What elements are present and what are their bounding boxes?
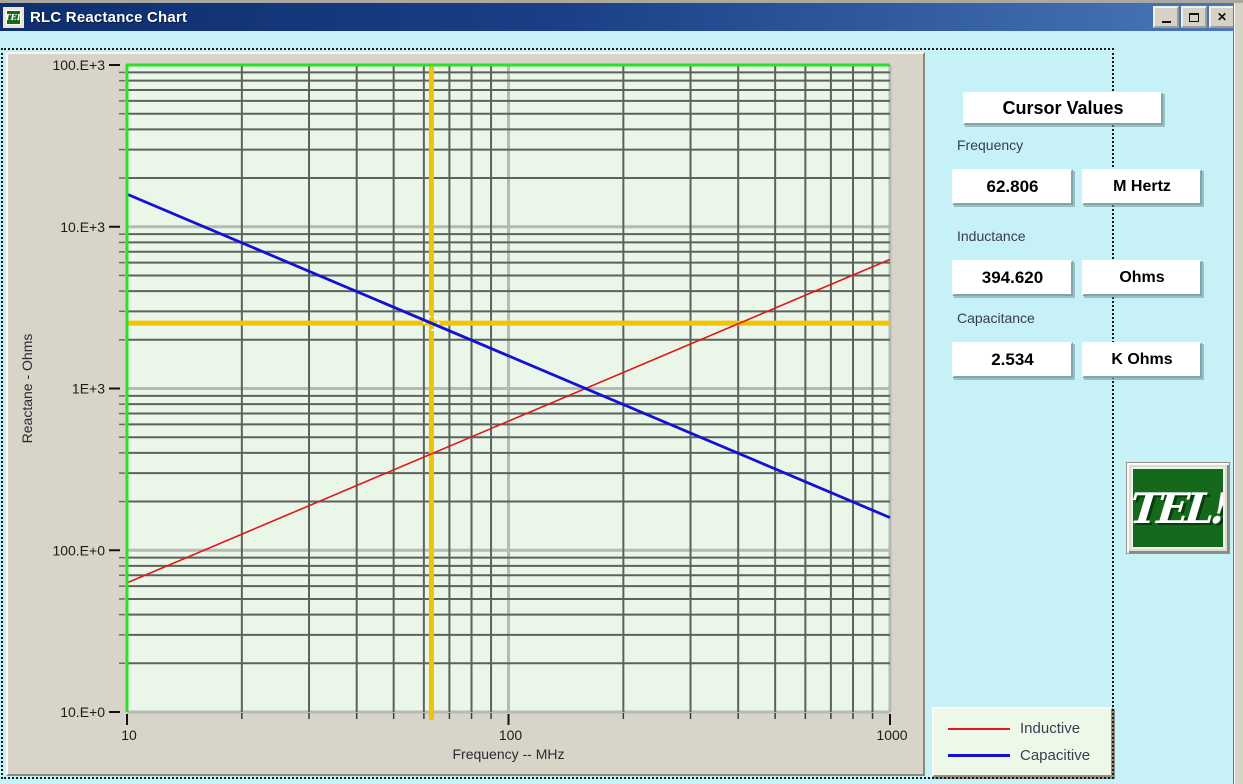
minimize-button[interactable] [1153, 6, 1179, 28]
close-button[interactable]: ✕ [1209, 6, 1235, 28]
capacitance-unit: K Ohms [1111, 351, 1172, 369]
frequency-label: Frequency [957, 137, 1023, 153]
svg-text:1000: 1000 [876, 727, 907, 743]
frequency-value: 62.806 [987, 177, 1039, 197]
tel-logo-text: TEL! [1131, 484, 1225, 533]
minimize-icon [1162, 21, 1171, 23]
capacitance-value: 2.534 [991, 350, 1034, 370]
frequency-unit: M Hertz [1113, 178, 1171, 196]
chart-legend: Inductive Capacitive [932, 707, 1113, 777]
app-icon-text: TEL [6, 10, 21, 25]
legend-label: Inductive [1020, 720, 1080, 737]
frequency-value-display: 62.806 [952, 169, 1073, 205]
app-icon: TEL [3, 7, 24, 28]
titlebar[interactable]: TEL RLC Reactance Chart ✕ [0, 3, 1243, 31]
cursor-values-title: Cursor Values [963, 92, 1163, 125]
inductance-unit: Ohms [1119, 269, 1164, 287]
svg-text:1E+3: 1E+3 [72, 381, 105, 397]
capacitance-value-display: 2.534 [952, 342, 1073, 378]
frequency-unit-display: M Hertz [1082, 169, 1202, 205]
legend-label: Capacitive [1020, 747, 1090, 764]
window-title: RLC Reactance Chart [30, 9, 187, 26]
svg-text:10: 10 [121, 727, 137, 743]
svg-text:10.E+3: 10.E+3 [60, 219, 105, 235]
svg-text:100: 100 [499, 727, 523, 743]
inductance-label: Inductance [957, 228, 1026, 244]
capacitive-line-swatch [948, 754, 1010, 757]
inductance-value: 394.620 [982, 268, 1043, 288]
x-axis-title: Frequency -- MHz [452, 746, 564, 762]
legend-item-capacitive: Capacitive [934, 747, 1111, 764]
capacitance-label: Capacitance [957, 310, 1035, 326]
y-axis-title: Reactane - Ohms [19, 334, 35, 444]
maximize-button[interactable] [1181, 6, 1207, 28]
chart-panel: 10.E+0 100.E+0 1E+3 10.E+3 100.E+3 10 100 1000 F… [6, 52, 925, 776]
inductance-value-display: 394.620 [952, 260, 1073, 296]
capacitance-unit-display: K Ohms [1082, 342, 1202, 378]
cursor-values-title-text: Cursor Values [1002, 98, 1123, 119]
window-right-edge [1233, 3, 1243, 784]
inductive-line-swatch [948, 728, 1010, 730]
reactance-chart: 10.E+0 100.E+0 1E+3 10.E+3 100.E+3 10 100 1000 F… [8, 54, 923, 774]
tel-logo: TEL! [1126, 462, 1230, 554]
svg-text:100.E+3: 100.E+3 [52, 57, 105, 73]
svg-text:10.E+0: 10.E+0 [60, 704, 105, 720]
maximize-icon [1189, 13, 1199, 22]
legend-item-inductive: Inductive [934, 720, 1111, 737]
inductance-unit-display: Ohms [1082, 260, 1202, 296]
svg-text:100.E+0: 100.E+0 [52, 542, 105, 558]
tel-logo-inner: TEL! [1131, 467, 1225, 549]
close-icon: ✕ [1217, 11, 1227, 23]
window-controls: ✕ [1153, 6, 1235, 28]
